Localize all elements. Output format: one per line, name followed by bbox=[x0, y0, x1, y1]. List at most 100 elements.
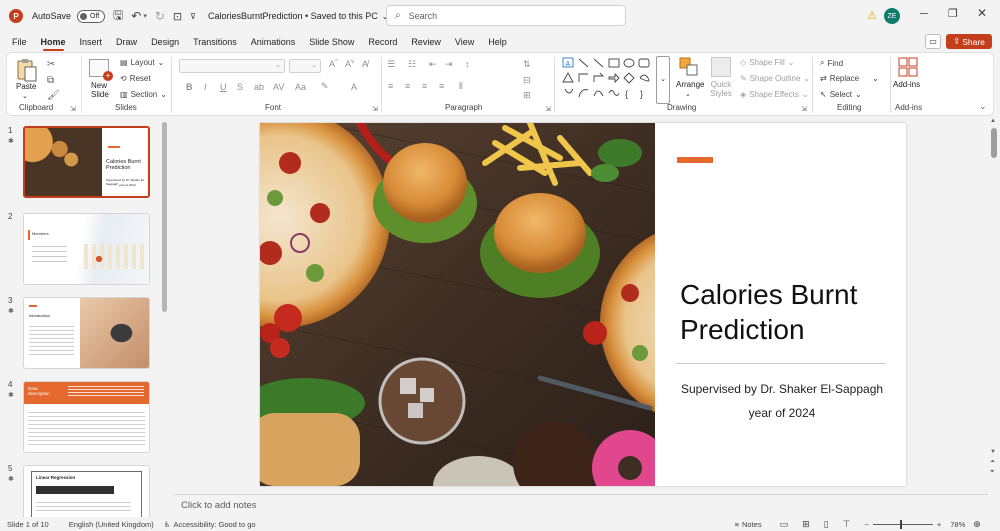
shapes-gallery[interactable]: A { } bbox=[559, 56, 656, 104]
clipboard-launcher-icon[interactable]: ⇲ bbox=[70, 105, 76, 113]
scroll-down-icon[interactable]: ▼ bbox=[990, 449, 996, 455]
customize-toolbar-icon[interactable]: ⊽ bbox=[190, 12, 196, 21]
normal-view-icon[interactable]: ▭ bbox=[780, 519, 789, 530]
warning-icon[interactable]: ⚠ bbox=[867, 9, 879, 22]
restore-icon[interactable]: ❐ bbox=[948, 7, 958, 20]
select-button[interactable]: ↖ Select ⌄ bbox=[820, 90, 862, 99]
clear-format-icon[interactable]: A̸ bbox=[362, 59, 368, 69]
thumbnails-scrollbar[interactable] bbox=[162, 122, 167, 312]
fit-to-window-icon[interactable]: ⊕ bbox=[973, 519, 981, 530]
reading-view-icon[interactable]: ▯ bbox=[824, 519, 829, 530]
drawing-launcher-icon[interactable]: ⇲ bbox=[801, 105, 807, 113]
notes-icon[interactable]: ≡ bbox=[735, 520, 739, 529]
notes-toggle[interactable]: Notes bbox=[742, 520, 762, 529]
font-color-icon[interactable]: A bbox=[351, 82, 357, 92]
slide-sorter-icon[interactable]: ⊞ bbox=[802, 519, 810, 530]
arrange-label[interactable]: Arrange bbox=[676, 80, 704, 89]
next-slide-icon[interactable]: ⏷ bbox=[990, 469, 995, 476]
quick-styles-label[interactable]: Quick Styles bbox=[707, 80, 735, 98]
paste-icon[interactable] bbox=[15, 57, 39, 85]
zoom-slider[interactable] bbox=[872, 519, 933, 529]
quick-styles-icon[interactable] bbox=[711, 57, 731, 77]
scroll-up-icon[interactable]: ▲ bbox=[990, 118, 996, 124]
year-text[interactable]: year of 2024 bbox=[670, 406, 894, 420]
italic-icon[interactable]: I bbox=[204, 82, 207, 92]
zoom-out-icon[interactable]: − bbox=[864, 520, 868, 529]
align-center-icon[interactable]: ≡ bbox=[405, 81, 410, 91]
section-button[interactable]: ▥ Section ⌄ bbox=[120, 90, 167, 99]
shadow-icon[interactable]: ab bbox=[254, 82, 264, 92]
redo-icon[interactable]: ↻ bbox=[155, 9, 165, 23]
font-size-select[interactable]: ⌄ bbox=[289, 59, 321, 73]
format-painter-icon[interactable]: 🖌 bbox=[47, 90, 60, 101]
undo-icon[interactable]: ↶ bbox=[131, 9, 141, 23]
align-left-icon[interactable]: ≡ bbox=[388, 81, 393, 91]
paste-label[interactable]: Paste bbox=[16, 82, 36, 91]
search-box[interactable]: ⌕ Search bbox=[386, 5, 626, 26]
justify-icon[interactable]: ≡ bbox=[439, 81, 444, 91]
tab-home[interactable]: Home bbox=[34, 32, 73, 52]
slide-canvas[interactable]: Calories Burnt Prediction Supervised by … bbox=[260, 123, 906, 486]
tab-transitions[interactable]: Transitions bbox=[186, 32, 244, 52]
minimize-icon[interactable]: ─ bbox=[920, 8, 928, 20]
notes-placeholder[interactable]: Click to add notes bbox=[181, 500, 257, 511]
canvas-vertical-scrollbar[interactable]: ▲ ▼ ⏶ ⏷ bbox=[990, 118, 998, 516]
change-case-icon[interactable]: Aa bbox=[295, 82, 306, 92]
save-icon[interactable]: 🖫 bbox=[113, 6, 123, 27]
bold-icon[interactable]: B bbox=[186, 82, 193, 92]
slide-thumbnail-5[interactable]: Linear Regression bbox=[23, 465, 150, 518]
cut-icon[interactable]: ✂ bbox=[47, 59, 55, 70]
font-launcher-icon[interactable]: ⇲ bbox=[372, 105, 378, 113]
slide-thumbnail-3[interactable]: Introduction bbox=[23, 297, 150, 369]
paragraph-launcher-icon[interactable]: ⇲ bbox=[545, 105, 551, 113]
zoom-in-icon[interactable]: + bbox=[937, 520, 941, 529]
tab-file[interactable]: File bbox=[5, 32, 34, 52]
supervisor-text[interactable]: Supervised by Dr. Shaker El-Sappagh bbox=[670, 382, 894, 396]
tab-review[interactable]: Review bbox=[404, 32, 448, 52]
columns-icon[interactable]: ⫴ bbox=[459, 81, 463, 92]
tab-view[interactable]: View bbox=[448, 32, 481, 52]
scroll-thumb[interactable] bbox=[991, 128, 997, 158]
line-spacing-icon[interactable]: ↕ bbox=[465, 59, 470, 69]
arrange-icon[interactable] bbox=[679, 57, 699, 77]
zoom-level[interactable]: 78% bbox=[950, 520, 965, 529]
slide-thumbnail-4[interactable]: Data description bbox=[23, 381, 150, 453]
collapse-ribbon-icon[interactable]: ⌄ bbox=[979, 101, 987, 112]
strikethrough-icon[interactable]: S bbox=[237, 82, 243, 92]
accessibility-status[interactable]: Accessibility: Good to go bbox=[173, 520, 255, 529]
addins-label[interactable]: Add-ins bbox=[893, 80, 920, 89]
shape-outline-button[interactable]: ✎ Shape Outline ⌄ bbox=[740, 74, 810, 83]
shape-effects-button[interactable]: ◈ Shape Effects ⌄ bbox=[740, 90, 809, 99]
text-direction-icon[interactable]: ⇅ bbox=[523, 59, 531, 70]
close-icon[interactable]: ✕ bbox=[977, 6, 987, 20]
increase-indent-icon[interactable]: ⇥ bbox=[445, 59, 453, 70]
increase-font-icon[interactable]: A^ bbox=[329, 59, 338, 69]
comments-icon[interactable]: ▭ bbox=[925, 34, 941, 49]
decrease-font-icon[interactable]: Av bbox=[345, 59, 354, 69]
replace-button[interactable]: ⇄ Replace ⌄ bbox=[820, 74, 879, 83]
tab-slide-show[interactable]: Slide Show bbox=[302, 32, 361, 52]
shapes-more-icon[interactable]: ⌄ bbox=[656, 56, 670, 104]
tab-record[interactable]: Record bbox=[361, 32, 404, 52]
tab-design[interactable]: Design bbox=[144, 32, 186, 52]
slide-show-icon[interactable]: ⊤ bbox=[843, 519, 851, 530]
find-button[interactable]: ⌕ Find bbox=[820, 58, 843, 68]
tab-animations[interactable]: Animations bbox=[244, 32, 303, 52]
present-icon[interactable]: ⊡ bbox=[173, 10, 182, 23]
share-button[interactable]: ⇪ Share bbox=[946, 34, 992, 49]
align-text-icon[interactable]: ⊟ bbox=[523, 75, 531, 86]
char-spacing-icon[interactable]: AV bbox=[273, 82, 284, 92]
decrease-indent-icon[interactable]: ⇤ bbox=[429, 59, 437, 70]
layout-button[interactable]: ▤ Layout ⌄ bbox=[120, 58, 164, 67]
font-family-select[interactable]: ⌄ bbox=[179, 59, 285, 73]
notes-pane[interactable]: Click to add notes bbox=[173, 494, 988, 516]
language-status[interactable]: English (United Kingdom) bbox=[69, 520, 154, 529]
numbering-icon[interactable]: ☷ bbox=[408, 59, 416, 70]
shape-fill-button[interactable]: ◇ Shape Fill ⌄ bbox=[740, 58, 794, 67]
undo-dropdown-icon[interactable]: ▾ bbox=[143, 12, 147, 20]
slide-title[interactable]: Calories Burnt Prediction bbox=[680, 277, 857, 347]
prev-slide-icon[interactable]: ⏶ bbox=[990, 459, 995, 466]
tab-help[interactable]: Help bbox=[481, 32, 514, 52]
autosave-toggle[interactable]: Off bbox=[77, 9, 106, 23]
new-slide-label[interactable]: New Slide bbox=[91, 81, 117, 99]
